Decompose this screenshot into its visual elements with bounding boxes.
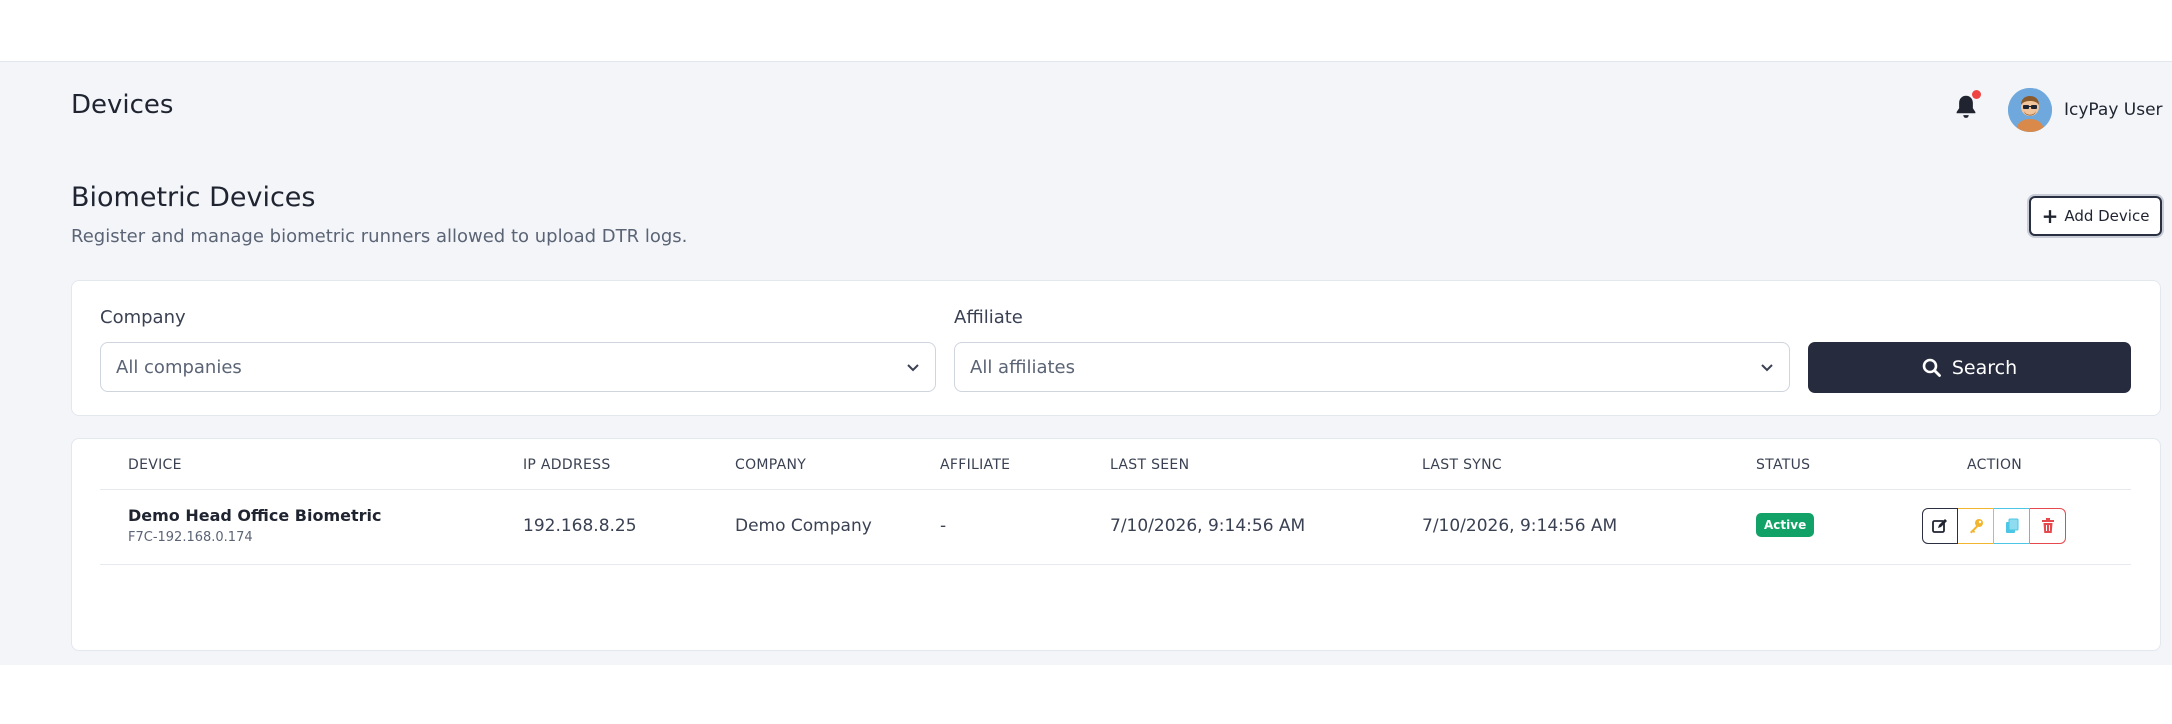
add-device-button[interactable]: + Add Device [2029,196,2162,236]
status-badge: Active [1756,513,1815,537]
affiliate-label: Affiliate [954,307,1023,328]
ip-address: 192.168.8.25 [523,516,637,536]
page-title: Devices [71,90,174,120]
company-select-value: All companies [116,356,242,378]
last-seen-cell: 7/10/2026, 9:14:56 AM [1110,516,1306,536]
user-name[interactable]: IcyPay User [2064,100,2163,120]
column-header: AFFILIATE [940,457,1011,473]
plus-icon: + [2041,204,2059,228]
row-divider [100,564,2131,565]
company-select[interactable]: All companies [100,342,936,392]
column-header: IP ADDRESS [523,457,611,473]
company-cell: Demo Company [735,516,872,536]
affiliate-cell: - [940,516,947,536]
filter-panel: Company All companies Affiliate All affi… [71,280,2161,416]
device-code: F7C-192.168.0.174 [128,530,253,545]
copy-button[interactable] [1994,508,2030,544]
key-icon [1969,519,1983,534]
column-header: LAST SYNC [1422,457,1502,473]
top-bar [0,0,2172,62]
copy-icon [2005,518,2018,533]
chevron-down-icon [1761,364,1773,372]
company-label: Company [100,307,186,328]
header-divider [100,489,2131,490]
search-button[interactable]: Search [1808,342,2131,393]
row-actions [1922,508,2066,544]
trash-icon [2041,518,2054,533]
search-label: Search [1951,356,2018,379]
last-sync-cell: 7/10/2026, 9:14:56 AM [1422,516,1618,536]
search-icon [1922,358,1941,377]
delete-button[interactable] [2030,508,2066,544]
device-name: Demo Head Office Biometric [128,506,382,525]
footer [0,665,2172,724]
add-device-label: Add Device [2064,207,2150,225]
column-header: DEVICE [128,457,182,473]
avatar[interactable] [2008,88,2052,132]
chevron-down-icon [907,364,919,372]
devices-table: DEVICE IP ADDRESS COMPANY AFFILIATE LAST… [71,438,2161,651]
edit-icon [1932,519,1947,533]
column-header: LAST SEEN [1110,457,1190,473]
affiliate-select-value: All affiliates [970,356,1076,378]
column-header: COMPANY [735,457,807,473]
key-button[interactable] [1958,508,1994,544]
affiliate-select[interactable]: All affiliates [954,342,1790,392]
notification-dot [1972,90,1981,99]
section-title: Biometric Devices [71,182,316,213]
main-content: Devices IcyPay User Biometric Devices Re… [0,62,2172,665]
edit-button[interactable] [1922,508,1958,544]
section-subtitle: Register and manage biometric runners al… [71,226,688,247]
column-header: ACTION [1967,457,2023,473]
column-header: STATUS [1756,457,1811,473]
